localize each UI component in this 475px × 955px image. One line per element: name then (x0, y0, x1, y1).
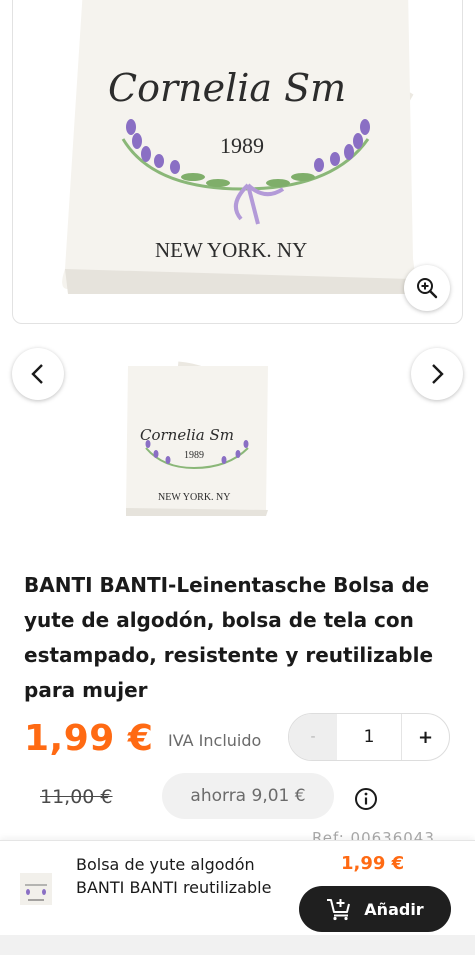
bar-product-price: 1,99 € (341, 853, 405, 874)
add-to-cart-label: Añadir (364, 899, 424, 919)
sticky-add-to-cart-bar: Bolsa de yute algodón BANTI BANTI reutil… (0, 840, 475, 935)
thumb-print-name: Cornelia Sm (140, 426, 234, 444)
tote-bag-thumbnail: Cornelia Sm 1989 NEW YORK. NY (126, 361, 268, 516)
quantity-stepper: - 1 + (288, 713, 450, 761)
savings-badge: ahorra 9,01 € (162, 773, 334, 819)
bar-product-thumbnail (18, 869, 54, 909)
product-price: 1,99 € (24, 718, 154, 759)
print-year-text: 1989 (220, 133, 264, 158)
main-product-image[interactable]: Cornelia Sm 1989 NEW YORK. NY (12, 0, 463, 324)
chevron-left-icon (31, 364, 43, 384)
carousel-prev-button[interactable] (12, 348, 64, 400)
thumb-print-year: 1989 (184, 450, 204, 461)
cart-add-icon (327, 899, 351, 921)
thumb-print-city: NEW YORK. NY (158, 492, 231, 503)
thumbnail-image[interactable]: Cornelia Sm 1989 NEW YORK. NY (118, 360, 270, 522)
quantity-increase-button[interactable]: + (401, 714, 449, 760)
add-to-cart-button[interactable]: Añadir (299, 886, 451, 932)
bottom-strip (0, 935, 475, 955)
bar-product-name: Bolsa de yute algodón BANTI BANTI reutil… (76, 855, 272, 897)
chevron-right-icon (432, 364, 444, 384)
old-price: 11,00 € (40, 786, 113, 808)
tax-note: IVA Incluido (168, 731, 262, 750)
product-title: BANTI BANTI-Leinentasche Bolsa de yute d… (24, 573, 434, 702)
zoom-button[interactable] (404, 265, 450, 311)
zoom-in-icon (417, 278, 438, 299)
carousel-next-button[interactable] (411, 348, 463, 400)
info-icon (355, 788, 377, 810)
print-name-text: Cornelia Sm (108, 66, 346, 110)
info-button[interactable] (353, 786, 379, 812)
quantity-decrease-button[interactable]: - (289, 714, 337, 760)
tote-bag-image: Cornelia Sm 1989 NEW YORK. NY (62, 0, 415, 294)
quantity-input[interactable]: 1 (337, 727, 401, 747)
print-city-text: NEW YORK. NY (155, 238, 307, 262)
